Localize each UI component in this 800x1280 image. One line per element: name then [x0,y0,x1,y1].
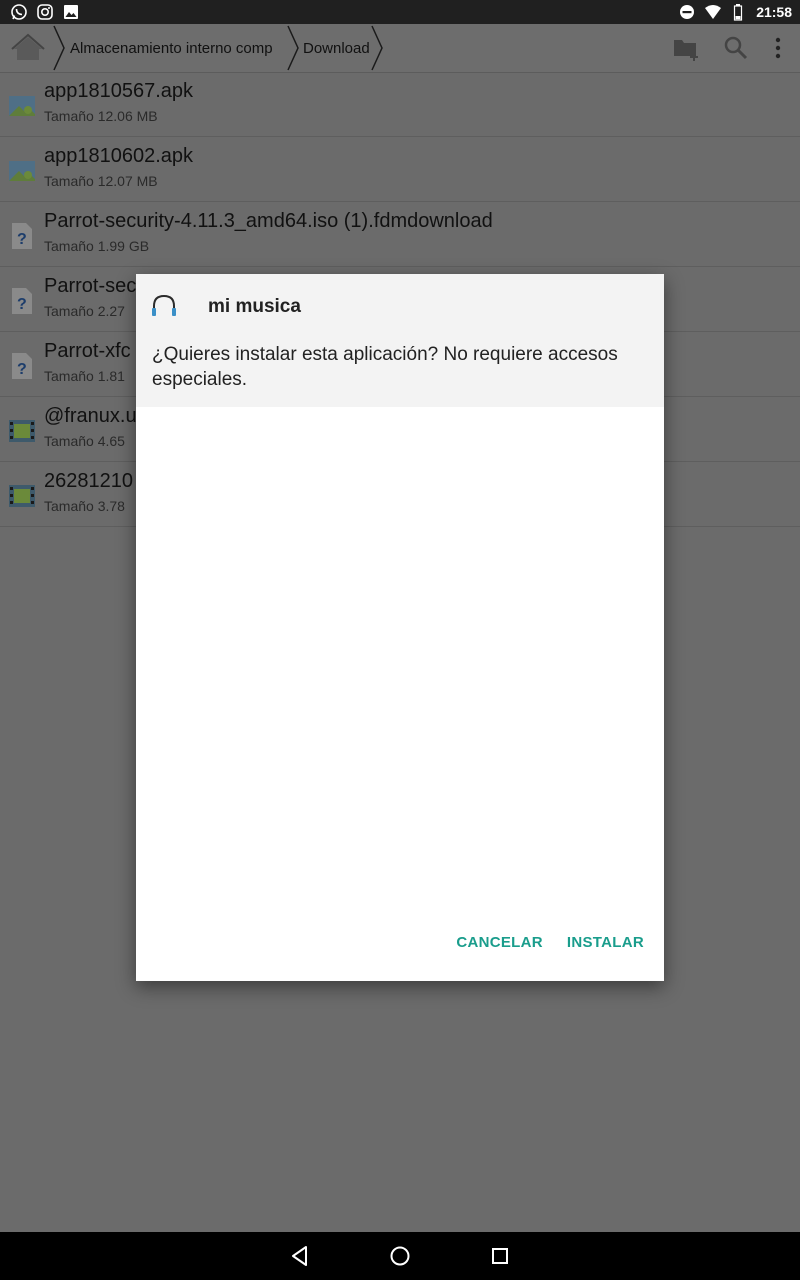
home-icon[interactable] [8,30,48,66]
file-size: Tamaño 4.65 [44,433,125,449]
unknown-file-icon: ? [12,288,32,314]
do-not-disturb-icon [680,5,695,19]
clock: 21:58 [756,4,792,20]
breadcrumb-label: Almacenamiento interno comp [70,39,273,57]
breadcrumb-separator-icon [371,25,383,71]
wifi-icon [705,5,722,19]
svg-text:?: ? [17,361,27,378]
battery-icon [734,4,743,21]
image-icon [64,5,78,19]
file-name: @franux.u [44,405,137,427]
file-size: Tamaño 1.81 [44,368,125,384]
file-size: Tamaño 3.78 [44,498,125,514]
install-dialog: mi musica ¿Quieres instalar esta aplicac… [136,274,664,981]
file-name: Parrot-sec [44,275,137,297]
video-file-icon [9,420,35,442]
dialog-header: mi musica ¿Quieres instalar esta aplicac… [136,274,664,407]
breadcrumb-separator-icon [287,25,299,71]
file-name: Parrot-security-4.11.3_amd64.iso (1).fdm… [44,210,493,232]
whatsapp-icon [11,4,27,20]
toolbar: Almacenamiento interno comp Download [0,24,800,73]
headphones-icon [152,294,176,316]
file-name: app1810602.apk [44,145,194,167]
unknown-file-icon: ? [12,223,32,249]
recents-icon[interactable] [488,1244,512,1268]
file-name: 26281210 [44,470,133,492]
instagram-icon [37,4,53,20]
video-file-icon [9,485,35,507]
file-size: Tamaño 2.27 [44,303,125,319]
file-size: Tamaño 1.99 GB [44,238,150,254]
cancel-button[interactable]: CANCELAR [456,934,543,951]
breadcrumb-download[interactable]: Download [303,24,370,72]
dialog-actions: CANCELAR INSTALAR [456,934,644,951]
list-item[interactable]: ? Parrot-security-4.11.3_amd64.iso (1).f… [0,202,800,267]
apk-file-icon [9,96,35,116]
status-bar: 21:58 [0,0,800,24]
navigation-bar [0,1232,800,1280]
breadcrumb-internal-storage[interactable]: Almacenamiento interno comp [70,24,286,72]
install-button[interactable]: INSTALAR [567,934,644,951]
search-icon[interactable] [722,34,750,62]
file-name: app1810567.apk [44,80,194,102]
back-icon[interactable] [288,1244,312,1268]
breadcrumb-label: Download [303,39,370,57]
svg-text:?: ? [17,296,27,313]
install-message: ¿Quieres instalar esta aplicación? No re… [152,344,618,390]
breadcrumb-separator-icon [53,25,65,71]
home-circle-icon[interactable] [388,1244,412,1268]
unknown-file-icon: ? [12,353,32,379]
more-options-icon[interactable] [764,34,792,62]
list-item[interactable]: app1810567.apk Tamaño 12.06 MB [0,72,800,137]
new-folder-icon[interactable] [672,34,700,62]
app-name: mi musica [208,296,301,317]
file-name: Parrot-xfc [44,340,131,362]
svg-text:?: ? [17,231,27,248]
file-size: Tamaño 12.06 MB [44,108,158,124]
apk-file-icon [9,161,35,181]
file-size: Tamaño 12.07 MB [44,173,158,189]
list-item[interactable]: app1810602.apk Tamaño 12.07 MB [0,137,800,202]
